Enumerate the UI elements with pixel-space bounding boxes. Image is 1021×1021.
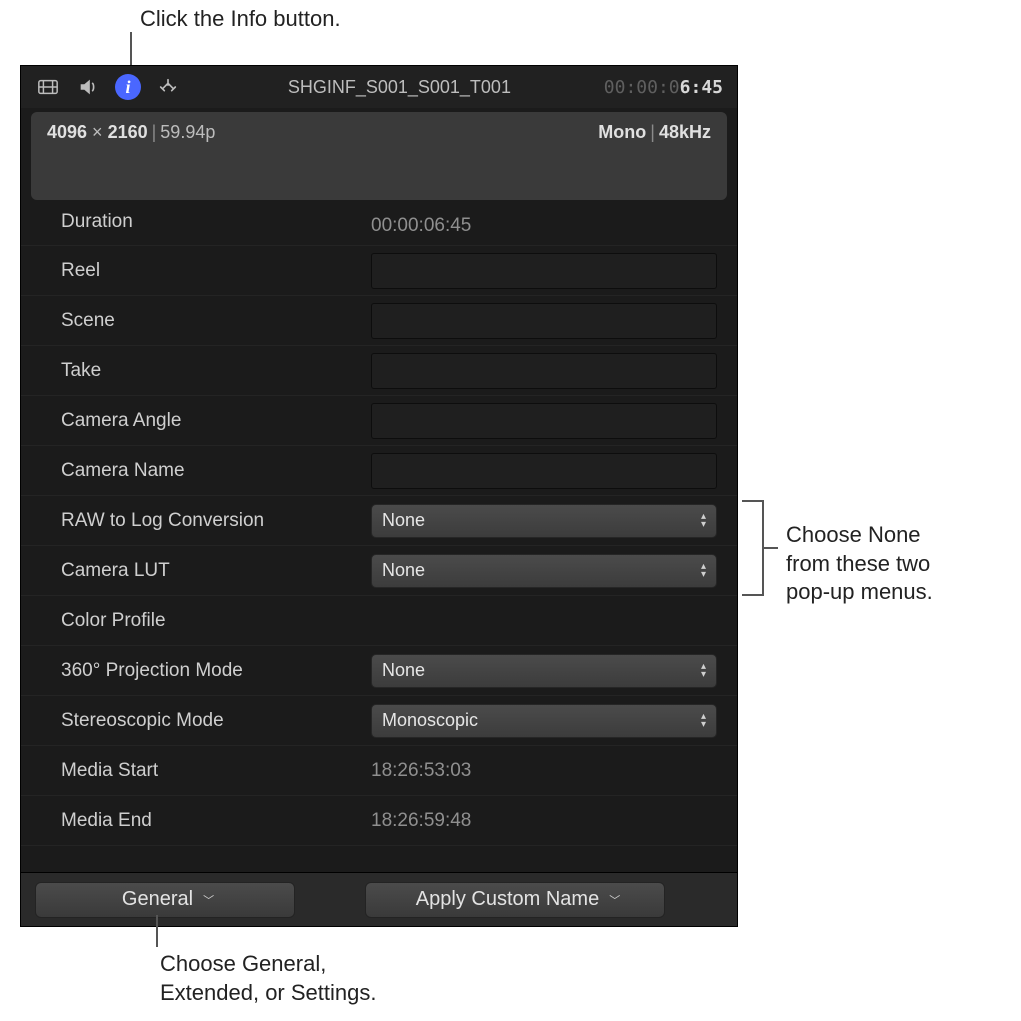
media-end-label: Media End xyxy=(61,810,371,832)
callout-line xyxy=(764,547,778,549)
camera-name-input[interactable] xyxy=(371,453,717,489)
clip-summary: 4096 × 2160|59.94p Mono|48kHz xyxy=(31,112,727,200)
stereoscopic-select[interactable]: Monoscopic xyxy=(371,704,717,738)
bracket-line xyxy=(742,500,764,596)
reel-input[interactable] xyxy=(371,253,717,289)
take-label: Take xyxy=(61,360,371,382)
chevron-down-icon xyxy=(203,888,214,911)
chevron-updown-icon xyxy=(701,513,706,529)
projection-label: 360° Projection Mode xyxy=(61,660,371,682)
camera-name-label: Camera Name xyxy=(61,460,371,482)
raw-to-log-label: RAW to Log Conversion xyxy=(61,510,371,532)
row-raw-to-log: RAW to Log Conversion None xyxy=(21,496,737,546)
audio-icon[interactable] xyxy=(75,74,101,100)
info-inspector-panel: i SHGINF_S001_S001_T001 00:00:06:45 4096… xyxy=(20,65,738,927)
row-color-profile: Color Profile xyxy=(21,596,737,646)
metadata-view-button[interactable]: General xyxy=(35,882,295,918)
duration-value: 00:00:06:45 xyxy=(371,215,737,237)
info-icon[interactable]: i xyxy=(115,74,141,100)
callout-info-button: Click the Info button. xyxy=(140,5,341,34)
row-cutoff xyxy=(21,846,737,872)
row-stereoscopic: Stereoscopic Mode Monoscopic xyxy=(21,696,737,746)
audio-summary: Mono|48kHz xyxy=(598,122,711,190)
callout-view-menu: Choose General, Extended, or Settings. xyxy=(160,950,376,1007)
inspector-bottom-bar: General Apply Custom Name xyxy=(21,872,737,926)
media-end-value: 18:26:59:48 xyxy=(371,810,737,832)
chevron-down-icon xyxy=(609,888,620,911)
color-profile-label: Color Profile xyxy=(61,610,371,632)
scene-label: Scene xyxy=(61,310,371,332)
row-duration: Duration 00:00:06:45 xyxy=(21,206,737,246)
row-media-start: Media Start 18:26:53:03 xyxy=(21,746,737,796)
row-camera-angle: Camera Angle xyxy=(21,396,737,446)
raw-to-log-select[interactable]: None xyxy=(371,504,717,538)
callout-popup-menus: Choose None from these two pop-up menus. xyxy=(786,521,933,607)
chevron-updown-icon xyxy=(701,563,706,579)
reel-label: Reel xyxy=(61,260,371,282)
row-take: Take xyxy=(21,346,737,396)
media-start-label: Media Start xyxy=(61,760,371,782)
chevron-updown-icon xyxy=(701,663,706,679)
row-reel: Reel xyxy=(21,246,737,296)
clip-timecode: 00:00:06:45 xyxy=(604,77,723,98)
row-media-end: Media End 18:26:59:48 xyxy=(21,796,737,846)
camera-lut-select[interactable]: None xyxy=(371,554,717,588)
camera-angle-input[interactable] xyxy=(371,403,717,439)
inspector-toolbar: i SHGINF_S001_S001_T001 00:00:06:45 xyxy=(21,66,737,108)
callout-line xyxy=(156,915,158,947)
scene-input[interactable] xyxy=(371,303,717,339)
projection-select[interactable]: None xyxy=(371,654,717,688)
camera-angle-label: Camera Angle xyxy=(61,410,371,432)
metadata-list: Duration 00:00:06:45 Reel Scene Take Cam… xyxy=(21,206,737,872)
chevron-updown-icon xyxy=(701,713,706,729)
share-icon[interactable] xyxy=(155,74,181,100)
cutoff-label xyxy=(61,848,371,870)
video-icon[interactable] xyxy=(35,74,61,100)
duration-label: Duration xyxy=(61,211,371,233)
camera-lut-label: Camera LUT xyxy=(61,560,371,582)
resolution-fps: 4096 × 2160|59.94p xyxy=(47,122,215,190)
stereoscopic-label: Stereoscopic Mode xyxy=(61,710,371,732)
row-camera-lut: Camera LUT None xyxy=(21,546,737,596)
media-start-value: 18:26:53:03 xyxy=(371,760,737,782)
row-scene: Scene xyxy=(21,296,737,346)
row-360-projection: 360° Projection Mode None xyxy=(21,646,737,696)
clip-title: SHGINF_S001_S001_T001 xyxy=(195,77,604,98)
take-input[interactable] xyxy=(371,353,717,389)
row-camera-name: Camera Name xyxy=(21,446,737,496)
apply-custom-name-button[interactable]: Apply Custom Name xyxy=(365,882,665,918)
